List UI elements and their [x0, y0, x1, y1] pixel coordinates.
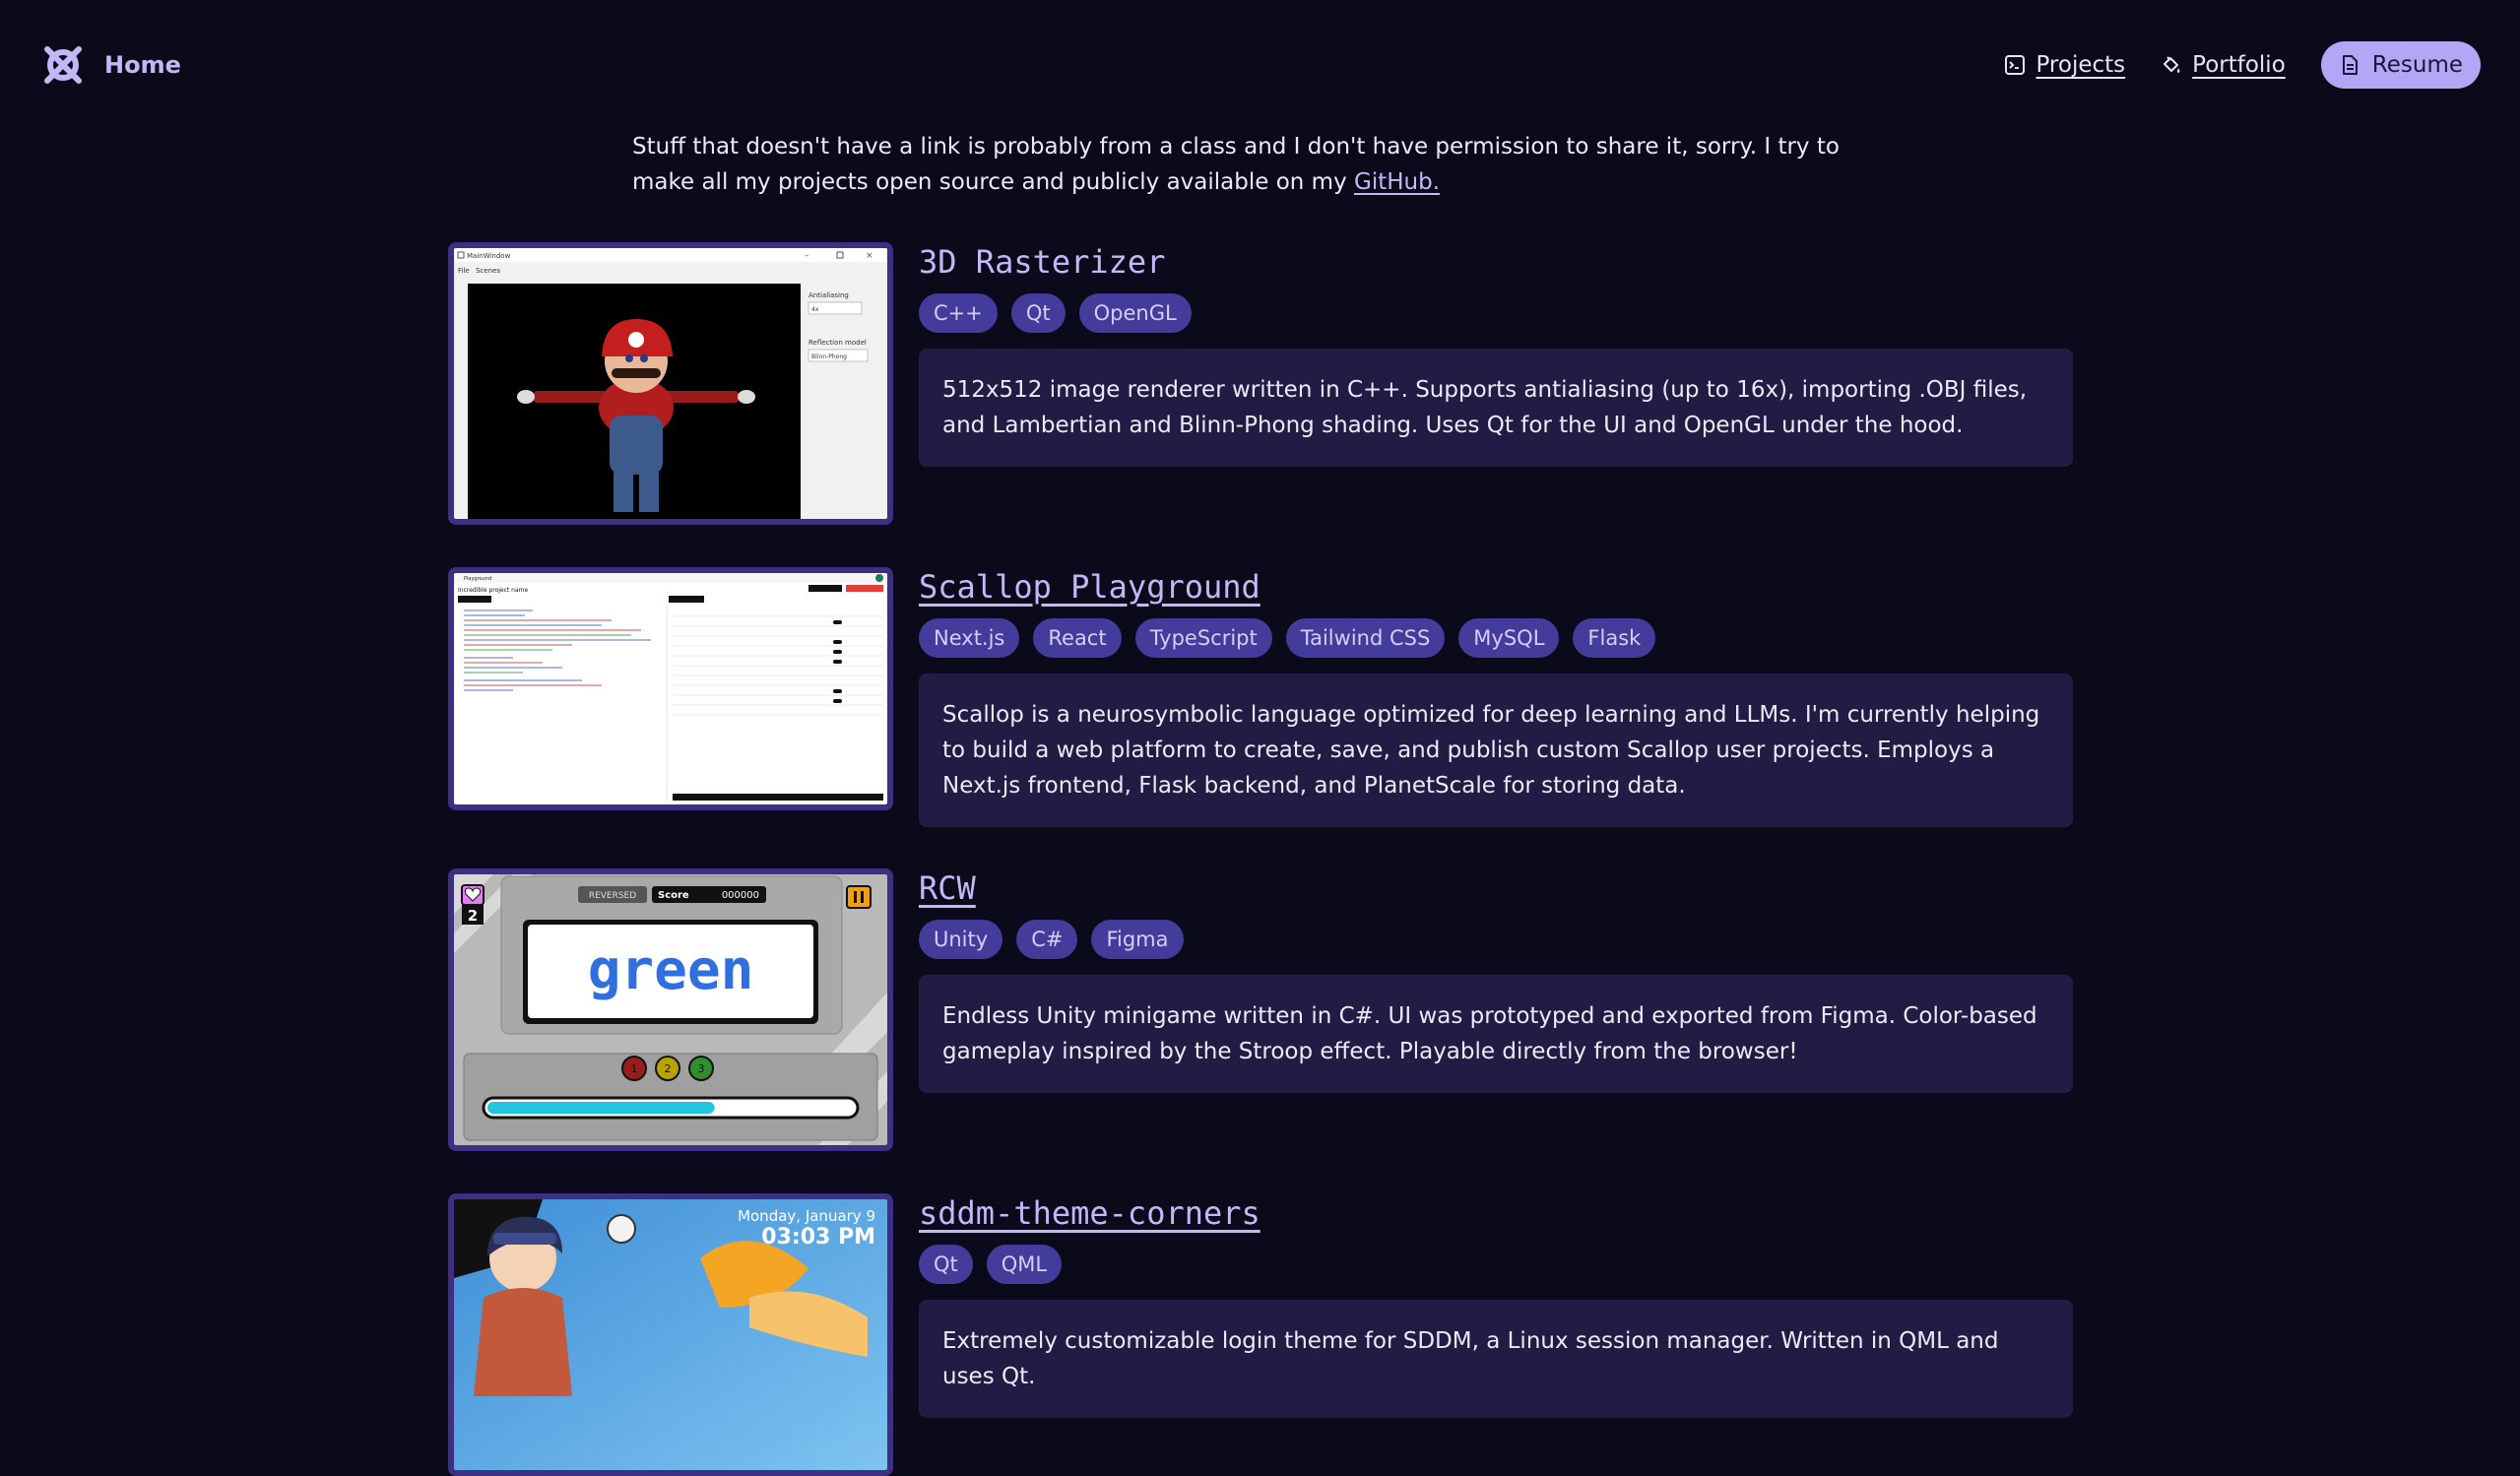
rcw-screenshot: 2 REVERSED Score 000000 green 1 2 3	[454, 874, 887, 1145]
window-title: MainWindow	[467, 252, 511, 260]
project-title-link[interactable]: RCW	[919, 868, 2073, 908]
tag: Unity	[919, 920, 1003, 959]
antialiasing-label: Antialiasing	[808, 291, 849, 299]
antialiasing-value: 4x	[811, 306, 819, 313]
svg-text:×: ×	[866, 251, 873, 261]
color-button-1: 1	[631, 1062, 638, 1075]
intro-text: Stuff that doesn't have a link is probab…	[632, 134, 1840, 195]
project-description: Endless Unity minigame written in C#. UI…	[919, 975, 2073, 1093]
tag: OpenGL	[1078, 293, 1192, 333]
tag: Flask	[1573, 618, 1656, 658]
app-name: Playground	[464, 576, 491, 582]
nav-link-portfolio[interactable]: Portfolio	[2161, 52, 2286, 78]
project-description: 512x512 image renderer written in C++. S…	[919, 349, 2073, 467]
project-description: Scallop is a neurosymbolic language opti…	[919, 674, 2073, 827]
tag: MySQL	[1458, 618, 1560, 658]
reflection-value: Blinn-Phong	[811, 353, 847, 360]
document-icon	[2342, 54, 2358, 75]
reversed-label: REVERSED	[589, 891, 636, 901]
color-button-2: 2	[665, 1062, 672, 1075]
home-label: Home	[104, 50, 181, 79]
project-title-link[interactable]: sddm-theme-corners	[919, 1193, 2073, 1233]
tag-list: C++ Qt OpenGL	[919, 293, 2073, 333]
intro-paragraph: Stuff that doesn't have a link is probab…	[632, 129, 1903, 200]
tag-list: Qt QML	[919, 1245, 2073, 1284]
scallop-project-name: Incredible project name	[458, 587, 529, 594]
reflection-label: Reflection model	[808, 339, 867, 347]
project-info: Scallop Playground Next.js React TypeScr…	[919, 567, 2073, 827]
score-value: 000000	[722, 890, 759, 901]
color-button-3: 3	[698, 1062, 705, 1075]
logo-icon	[44, 45, 82, 84]
home-link[interactable]: Home	[39, 41, 181, 89]
tag: QML	[986, 1245, 1063, 1284]
tag: React	[1033, 618, 1122, 658]
project-title-link[interactable]: Scallop Playground	[919, 567, 2073, 607]
tag: C#	[1016, 920, 1078, 959]
tag: Next.js	[919, 618, 1020, 658]
menu-scenes: Scenes	[476, 267, 500, 275]
project-thumbnail[interactable]: Monday, January 9 03:03 PM	[448, 1193, 893, 1476]
github-link[interactable]: GitHub.	[1354, 169, 1440, 195]
lock-date: Monday, January 9	[738, 1207, 875, 1225]
resume-label: Resume	[2371, 51, 2463, 78]
project-info: RCW Unity C# Figma Endless Unity minigam…	[919, 868, 2073, 1093]
tag: Qt	[1010, 293, 1066, 333]
lives-count: 2	[468, 907, 478, 925]
tag: TypeScript	[1134, 618, 1272, 658]
nav-links: Projects Portfolio Resume	[2004, 40, 2481, 89]
rasterizer-screenshot: MainWindow – × File Scenes Antialiasing …	[454, 248, 887, 519]
tag-list: Unity C# Figma	[919, 920, 2073, 959]
paint-bucket-icon	[2164, 55, 2180, 73]
top-nav: Home Projects Portfolio Resume	[0, 0, 2520, 129]
menu-file: File	[458, 267, 470, 275]
svg-text:–: –	[805, 251, 809, 261]
scallop-screenshot: Playground Incredible project name	[454, 573, 887, 804]
tag: Qt	[919, 1245, 973, 1284]
nav-link-label: Projects	[2035, 51, 2126, 78]
project-thumbnail[interactable]: Playground Incredible project name	[448, 567, 893, 810]
score-label: Score	[658, 890, 689, 901]
lock-time: 03:03 PM	[761, 1225, 875, 1250]
timer-progress-fill	[487, 1102, 715, 1114]
resume-button[interactable]: Resume	[2320, 40, 2481, 89]
stroop-word: green	[588, 938, 754, 1002]
nav-link-label: Portfolio	[2192, 51, 2286, 78]
project-description: Extremely customizable login theme for S…	[919, 1300, 2073, 1418]
project-info: sddm-theme-corners Qt QML Extremely cust…	[919, 1193, 2073, 1418]
project-thumbnail[interactable]: MainWindow – × File Scenes Antialiasing …	[448, 242, 893, 525]
terminal-icon	[2005, 54, 2026, 75]
tag: Figma	[1091, 920, 1184, 959]
tag: Tailwind CSS	[1285, 618, 1446, 658]
project-title: 3D Rasterizer	[919, 243, 1166, 281]
sddm-screenshot: Monday, January 9 03:03 PM	[454, 1199, 887, 1470]
nav-link-projects[interactable]: Projects	[2004, 52, 2125, 78]
project-thumbnail[interactable]: 2 REVERSED Score 000000 green 1 2 3	[448, 868, 893, 1151]
tag-list: Next.js React TypeScript Tailwind CSS My…	[919, 618, 2073, 658]
tag: C++	[919, 293, 998, 333]
project-info: 3D Rasterizer C++ Qt OpenGL 512x512 imag…	[919, 242, 2073, 467]
